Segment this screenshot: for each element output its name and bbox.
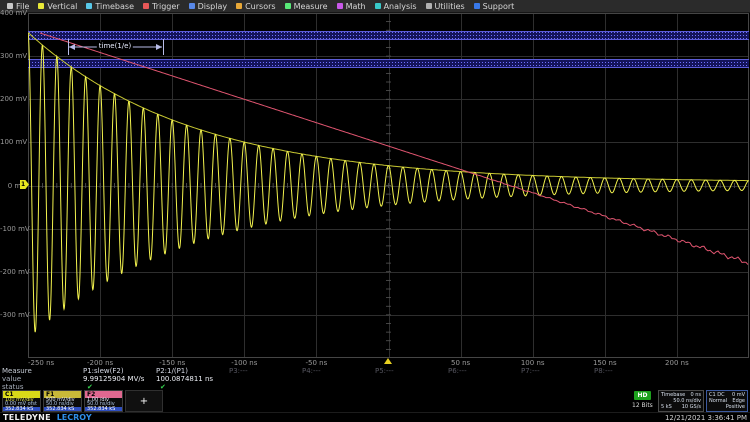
measure-col-header[interactable]: P1:slew(F2) [83, 367, 124, 375]
cursor-annotation-label: time(1/e) [97, 42, 133, 50]
brand-logo: TELEDYNE LECROY [3, 413, 92, 422]
datetime-label: 12/21/2021 3:36:41 PM [665, 414, 747, 422]
timebase-descriptor[interactable]: Timebase 0 ns 50.0 ns/div 5 kS 10 GS/s [658, 390, 704, 412]
display-icon [189, 3, 195, 9]
trace-sample-count: 352.834 kS [3, 407, 40, 411]
add-trace-button[interactable]: + [125, 390, 163, 412]
waveform-display[interactable] [28, 13, 749, 358]
menu-item-label: Support [483, 0, 515, 13]
support-icon [474, 3, 480, 9]
measure-col-header[interactable]: P4:--- [302, 367, 321, 375]
menu-item-label: Utilities [435, 0, 465, 13]
y-axis-label: -300 mV [0, 311, 26, 319]
menu-item-analysis[interactable]: Analysis [375, 0, 417, 13]
trace-descriptor-f1[interactable]: F1500 mV/div50.0 ns/div352.834 kS [43, 390, 82, 412]
trigger-descriptor[interactable]: C1 DC 0 mV Normal Edge Positive [706, 390, 748, 412]
trace-descriptor-f2[interactable]: F21.00 /div50.0 ns/div352.834 kS [84, 390, 123, 412]
timebase-icon [86, 3, 92, 9]
menu-item-label: Cursors [245, 0, 275, 13]
measure-col-header[interactable]: P3:--- [229, 367, 248, 375]
menu-item-label: Timebase [95, 0, 134, 13]
timebase-rate: 10 GS/s [682, 404, 701, 410]
measure-icon [285, 3, 291, 9]
measure-col-header[interactable]: P5:--- [375, 367, 394, 375]
y-axis-label: -200 mV [0, 268, 26, 276]
x-axis-label: -50 ns [306, 359, 328, 367]
measure-value-row-label: value [2, 375, 21, 383]
plus-icon: + [140, 396, 148, 407]
trace-sample-count: 352.834 kS [44, 407, 81, 411]
brand-teledyne: TELEDYNE [3, 413, 51, 422]
menu-item-vertical[interactable]: Vertical [38, 0, 77, 13]
menu-item-trigger[interactable]: Trigger [143, 0, 180, 13]
menu-item-utilities[interactable]: Utilities [426, 0, 465, 13]
status-bar: TELEDYNE LECROY 12/21/2021 3:36:41 PM [0, 412, 750, 422]
menu-item-label: Analysis [384, 0, 417, 13]
measure-table-title: Measure [2, 367, 32, 375]
hd-badge: HD [634, 391, 651, 400]
menu-item-label: Trigger [152, 0, 180, 13]
menu-item-display[interactable]: Display [189, 0, 228, 13]
trigger-time-marker[interactable] [384, 358, 392, 364]
menu-item-label: Math [346, 0, 366, 13]
analysis-icon [375, 3, 381, 9]
cursors-icon [236, 3, 242, 9]
menu-item-label: Display [198, 0, 228, 13]
y-axis-label: -100 mV [0, 225, 26, 233]
measure-col-header[interactable]: P8:--- [594, 367, 613, 375]
adc-bits-label: 12 Bits [632, 402, 653, 409]
x-axis-label: 100 ns [521, 359, 545, 367]
measure-col-value: 100.0874811 ns [156, 375, 213, 383]
measure-col-value: 9.99125904 MV/s [83, 375, 144, 383]
x-axis-label: 200 ns [665, 359, 689, 367]
trigger-mode: Normal [709, 398, 727, 404]
math-icon [337, 3, 343, 9]
menu-bar: FileVerticalTimebaseTriggerDisplayCursor… [0, 0, 750, 13]
y-axis-label: 200 mV [0, 95, 26, 103]
menu-item-label: Measure [294, 0, 328, 13]
measure-col-header[interactable]: P6:--- [448, 367, 467, 375]
trigger-icon [143, 3, 149, 9]
menu-item-label: Vertical [47, 0, 77, 13]
measure-col-header[interactable]: P7:--- [521, 367, 540, 375]
x-axis-label: 150 ns [593, 359, 617, 367]
x-axis-label: 50 ns [451, 359, 470, 367]
menu-item-timebase[interactable]: Timebase [86, 0, 134, 13]
menu-item-cursors[interactable]: Cursors [236, 0, 275, 13]
trace-sample-count: 352.834 kS [85, 407, 122, 411]
vertical-icon [38, 3, 44, 9]
x-axis-label: -150 ns [159, 359, 185, 367]
trace-descriptor-c1[interactable]: C1100 mV/div0.00 mV ofst352.834 kS [2, 390, 41, 412]
x-axis-label: -200 ns [87, 359, 113, 367]
x-axis-label: -250 ns [28, 359, 54, 367]
measure-col-header[interactable]: P2:1/(P1) [156, 367, 188, 375]
trigger-slope: Positive [726, 404, 745, 410]
measure-col-status: ✔ [160, 383, 166, 391]
y-axis-label: 400 mV [0, 9, 26, 17]
menu-item-measure[interactable]: Measure [285, 0, 328, 13]
menu-item-support[interactable]: Support [474, 0, 515, 13]
brand-lecroy: LECROY [57, 413, 92, 422]
oscilloscope-screen: FileVerticalTimebaseTriggerDisplayCursor… [0, 0, 750, 422]
x-axis-label: -100 ns [231, 359, 257, 367]
y-axis-label: 300 mV [0, 52, 26, 60]
timebase-samples: 5 kS [661, 404, 672, 410]
menu-item-math[interactable]: Math [337, 0, 366, 13]
utilities-icon [426, 3, 432, 9]
y-axis-label: 100 mV [0, 138, 26, 146]
